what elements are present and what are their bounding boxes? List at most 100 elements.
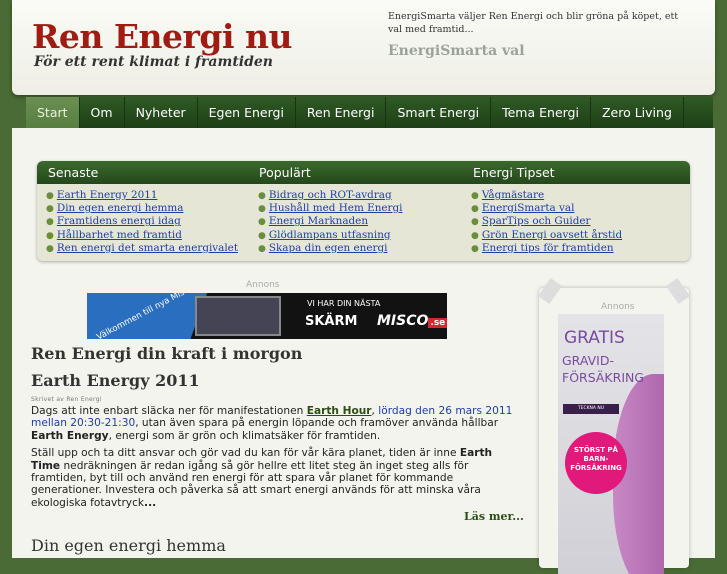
bullet-icon: ● (471, 191, 479, 201)
nav-zero-living[interactable]: Zero Living (591, 97, 684, 128)
post-paragraph-2: Ställ upp och ta ditt ansvar och gör vad… (31, 447, 519, 509)
main-nav: Start Om Nyheter Egen Energi Ren Energi … (26, 97, 713, 128)
section-title: Ren Energi din kraft i morgon (31, 344, 303, 363)
list-item[interactable]: ● Din egen energi hemma (46, 202, 238, 215)
text-span: Ställ upp och ta ditt ansvar och gör vad… (31, 447, 460, 460)
list-item[interactable]: ● Bidrag och ROT-avdrag (258, 189, 402, 202)
list-item[interactable]: ● Glödlampans utfasning (258, 229, 402, 242)
list-link[interactable]: Din egen energi hemma (57, 202, 184, 214)
widget-title-popular: Populärt (259, 165, 311, 180)
next-post-title[interactable]: Din egen energi hemma (31, 536, 226, 555)
misco-logo: MISCO .se (377, 313, 447, 329)
widget-title-senaste: Senaste (48, 165, 99, 180)
widget-list-senaste: ● Earth Energy 2011 ● Din egen energi hemm… (46, 189, 238, 255)
list-link[interactable]: Hushåll med Hem Energi (269, 202, 403, 214)
sidebar-ad-box: Annons GRATIS GRAVID-FÖRSÄKRING TECKNA N… (537, 277, 691, 574)
side-ad-button[interactable]: TECKNA NU (563, 404, 619, 414)
post-byline: Skrivet av Ren Energi (31, 396, 102, 403)
nav-start[interactable]: Start (26, 97, 80, 128)
header-promo-text: EnergiSmarta väljer Ren Energi och blir … (388, 11, 679, 35)
bullet-icon: ● (46, 243, 54, 254)
nav-tema-energi[interactable]: Tema Energi (491, 97, 591, 128)
text-span: Dags att inte enbart släcka ner för mani… (31, 405, 307, 417)
bullet-icon: ● (258, 204, 266, 215)
banner-line2: SKÄRM (305, 314, 358, 329)
monitor-image (195, 296, 281, 336)
site-tagline: För ett rent klimat i framtiden (34, 54, 273, 70)
bullet-icon: ● (46, 217, 54, 228)
bullet-icon: ● (46, 230, 54, 241)
list-item[interactable]: ● SparTips och Guider (471, 215, 622, 228)
list-item[interactable]: ● Energi tips för framtiden (471, 242, 622, 255)
bullet-icon: ● (471, 204, 479, 215)
side-ad-title: GRATIS (564, 328, 625, 348)
tabbed-widget: Senaste Populärt Energi Tipset ● Earth En… (37, 161, 690, 261)
misco-logo-text: MISCO (377, 313, 429, 329)
list-link[interactable]: Hållbarhet med framtid (57, 229, 182, 241)
list-link[interactable]: EnergiSmarta val (482, 202, 575, 214)
bullet-icon: ● (46, 191, 54, 201)
list-link[interactable]: Energi Marknaden (269, 215, 368, 227)
list-item[interactable]: ● Skapa din egen energi (258, 242, 402, 255)
nav-nyheter[interactable]: Nyheter (125, 97, 198, 128)
nav-ren-energi[interactable]: Ren Energi (296, 97, 387, 128)
text-span: , energi som är grön och klimatsäker för… (108, 429, 381, 442)
bullet-icon: ● (471, 230, 479, 241)
ad-label: Annons (246, 280, 280, 290)
nav-om[interactable]: Om (80, 97, 125, 128)
list-link[interactable]: Grön Energi oavsett årstid (482, 229, 622, 241)
header-promo-title[interactable]: EnergiSmarta val (388, 43, 525, 59)
list-link[interactable]: Vågmästare (482, 189, 544, 201)
bullet-icon: ● (471, 217, 479, 228)
bullet-icon: ● (258, 217, 266, 228)
list-item[interactable]: ● Grön Energi oavsett årstid (471, 229, 622, 242)
list-link[interactable]: Glödlampans utfasning (269, 229, 391, 241)
ad-label: Annons (601, 302, 635, 312)
ribbon-decoration (537, 277, 563, 305)
post-title[interactable]: Earth Energy 2011 (31, 371, 200, 390)
bullet-icon: ● (258, 243, 266, 254)
site-title[interactable]: Ren Energi nu (32, 17, 293, 56)
widget-list-energi-tipset: ● Vågmästare ● EnergiSmarta val ● SparTips … (471, 189, 622, 255)
ellipsis: ... (144, 496, 157, 509)
nav-egen-energi[interactable]: Egen Energi (198, 97, 296, 128)
side-ad-badge: STÖRST PÅ BARN-FÖRSÄKRING (565, 432, 627, 494)
list-link[interactable]: Bidrag och ROT-avdrag (269, 189, 392, 201)
bullet-icon: ● (258, 230, 266, 241)
list-item[interactable]: ● Energi Marknaden (258, 215, 402, 228)
list-link[interactable]: Energi tips för framtiden (482, 242, 614, 254)
list-link[interactable]: Ren energi det smarta energivalet (57, 242, 238, 254)
list-item[interactable]: ● Vågmästare (471, 189, 622, 202)
list-item[interactable]: ● Ren energi det smarta energivalet (46, 242, 238, 255)
list-item[interactable]: ● EnergiSmarta val (471, 202, 622, 215)
ribbon-decoration (665, 277, 691, 305)
banner-line1: VI HAR DIN NÄSTA (307, 299, 381, 308)
site-header: Ren Energi nu För ett rent klimat i fram… (12, 0, 715, 95)
list-item[interactable]: ● Earth Energy 2011 (46, 189, 238, 202)
nav-smart-energi[interactable]: Smart Energi (386, 97, 492, 128)
bullet-icon: ● (471, 243, 479, 254)
widget-title-energi-tipset: Energi Tipset (473, 165, 555, 180)
widget-header: Senaste Populärt Energi Tipset (37, 161, 690, 184)
earth-hour-link[interactable]: Earth Hour (307, 405, 372, 417)
text-span: nedräkningen är redan igång så gör hellr… (31, 459, 481, 509)
post-paragraph-1: Dags att inte enbart släcka ner för mani… (31, 405, 519, 442)
misco-logo-tld: .se (428, 318, 447, 328)
list-item[interactable]: ● Hushåll med Hem Energi (258, 202, 402, 215)
list-link[interactable]: Earth Energy 2011 (57, 189, 158, 201)
bullet-icon: ● (258, 191, 266, 201)
side-ad-banner[interactable]: GRATIS GRAVID-FÖRSÄKRING TECKNA NU STÖRS… (558, 314, 664, 574)
content-area: Senaste Populärt Energi Tipset ● Earth En… (12, 128, 715, 574)
read-more-link[interactable]: Läs mer... (464, 510, 524, 523)
strong-text: Earth Energy (31, 429, 109, 442)
list-item[interactable]: ● Framtidens energi idag (46, 215, 238, 228)
text-span: , utan även spara på energin löpande och… (135, 417, 499, 430)
list-link[interactable]: SparTips och Guider (482, 215, 591, 227)
widget-list-popular: ● Bidrag och ROT-avdrag ● Hushåll med Hem … (258, 189, 402, 255)
list-item[interactable]: ● Hållbarhet med framtid (46, 229, 238, 242)
banner-ad[interactable]: Välkommen till nya Misco! VI HAR DIN NÄS… (87, 293, 447, 339)
list-link[interactable]: Skapa din egen energi (269, 242, 388, 254)
post-body: Dags att inte enbart släcka ner för mani… (31, 405, 519, 514)
list-link[interactable]: Framtidens energi idag (57, 215, 181, 227)
bullet-icon: ● (46, 204, 54, 215)
